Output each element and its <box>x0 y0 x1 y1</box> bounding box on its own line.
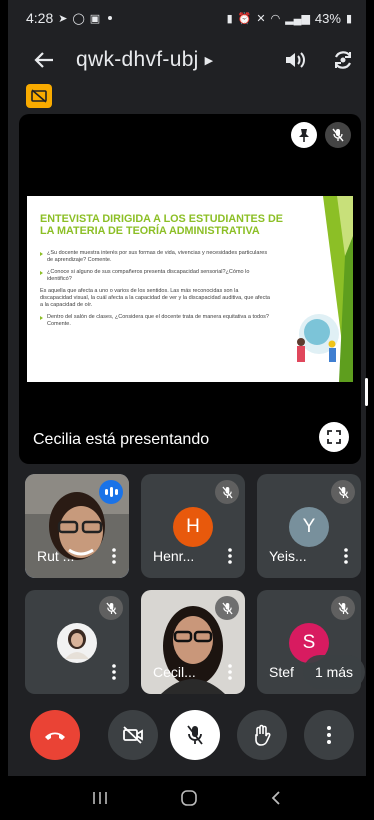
back-nav-icon[interactable] <box>270 790 282 806</box>
mic-off-icon <box>221 486 233 498</box>
mic-off-icon <box>332 128 344 142</box>
participant-tile[interactable]: H Henr... <box>141 474 245 578</box>
speaker-icon <box>286 52 305 68</box>
mic-off-icon <box>337 602 349 614</box>
meet-screen: 4:28 ➤ ◯ ▣ ▮ ⏰ ✕ ◠ ▂▄▆ 43% ▮ qwk-dhvf-ub… <box>8 0 368 820</box>
shared-slide: ENTEVISTA DIRIGIDA A LOS ESTUDIANTES DE … <box>27 196 353 382</box>
call-controls <box>8 710 366 766</box>
participant-tile[interactable] <box>25 590 129 694</box>
mic-off-icon <box>105 602 117 614</box>
participant-name: Stef <box>269 664 294 680</box>
meeting-top-bar: qwk-dhvf-ubj ▶ <box>8 40 366 80</box>
captions-off-badge[interactable] <box>26 84 52 108</box>
more-vert-icon <box>344 548 348 564</box>
switch-camera-icon <box>335 51 351 69</box>
back-button[interactable] <box>22 40 66 80</box>
participant-more-button[interactable] <box>225 662 235 682</box>
slide-point: ¿Su docente muestra interés por sus form… <box>40 250 272 263</box>
home-icon[interactable] <box>180 789 198 807</box>
more-vert-icon <box>327 726 331 744</box>
speaking-indicator <box>99 480 123 504</box>
status-time: 4:28 <box>26 10 54 26</box>
participant-avatar: Y <box>289 507 329 547</box>
meeting-code-button[interactable]: qwk-dhvf-ubj ▶ <box>76 48 213 72</box>
more-participants-button[interactable]: 1 más <box>303 655 365 689</box>
audio-output-button[interactable] <box>282 47 308 73</box>
status-bar: 4:28 ➤ ◯ ▣ ▮ ⏰ ✕ ◠ ▂▄▆ 43% ▮ <box>8 0 366 36</box>
participant-more-button[interactable] <box>109 662 119 682</box>
presenter-mic-off-button <box>325 122 351 148</box>
slide-point: ¿Conoce si alguno de sus compañeros pres… <box>40 269 272 282</box>
participant-tile[interactable]: Y Yeis... <box>257 474 361 578</box>
slide-point: Es aquella que afecta a uno o varios de … <box>40 288 270 308</box>
slide-point: Dentro del salón de clases, ¿Considera q… <box>40 314 272 327</box>
pin-icon <box>299 129 309 142</box>
lock-icon: ▮ <box>226 12 233 25</box>
participant-avatar: H <box>173 507 213 547</box>
chevron-right-icon: ▶ <box>204 54 214 67</box>
presentation-tile[interactable]: ENTEVISTA DIRIGIDA A LOS ESTUDIANTES DE … <box>19 114 361 464</box>
battery-icon: ▮ <box>345 12 352 25</box>
participant-name: Yeis... <box>269 548 307 564</box>
participant-mic-off <box>331 596 355 620</box>
mute-status-icon: ✕ <box>256 12 266 25</box>
participant-name: Rut ... <box>37 548 75 564</box>
participant-mic-off <box>331 480 355 504</box>
mic-off-icon <box>187 725 203 745</box>
android-nav-bar <box>8 776 366 820</box>
wifi-icon: ◠ <box>270 12 281 25</box>
participant-tile[interactable]: Cecil... <box>141 590 245 694</box>
switch-camera-button[interactable] <box>330 47 356 73</box>
participant-mic-off <box>215 596 239 620</box>
end-call-button[interactable] <box>30 710 80 760</box>
slide-body: ¿Su docente muestra interés por sus form… <box>40 250 272 333</box>
notification-dot <box>108 16 113 20</box>
presenting-label: Cecilia está presentando <box>33 431 210 448</box>
hang-up-icon <box>45 732 65 740</box>
raise-hand-button[interactable] <box>237 710 287 760</box>
slide-decoration-graphic <box>297 196 353 382</box>
signal-icon: ▂▄▆ <box>285 12 310 25</box>
participant-more-button[interactable] <box>341 546 351 566</box>
whatsapp-icon: ◯ <box>72 12 85 25</box>
participant-name: Cecil... <box>153 664 196 680</box>
location-icon: ➤ <box>58 12 68 25</box>
hand-icon <box>255 724 271 746</box>
participant-tile[interactable]: Rut ... <box>25 474 129 578</box>
participant-name: Henr... <box>153 548 195 564</box>
camera-off-icon <box>123 726 143 744</box>
more-vert-icon <box>228 664 232 680</box>
fullscreen-button[interactable] <box>319 422 349 452</box>
captions-off-icon <box>31 89 47 103</box>
more-vert-icon <box>112 548 116 564</box>
back-arrow-icon <box>34 52 53 68</box>
more-vert-icon <box>228 548 232 564</box>
alarm-icon: ⏰ <box>237 12 252 25</box>
mic-off-icon <box>337 486 349 498</box>
pin-button[interactable] <box>291 122 317 148</box>
gallery-icon: ▣ <box>89 12 101 25</box>
participant-mic-off <box>215 480 239 504</box>
battery-level: 43% <box>314 10 341 26</box>
meeting-code: qwk-dhvf-ubj <box>76 48 199 71</box>
more-vert-icon <box>112 664 116 680</box>
slide-title: ENTEVISTA DIRIGIDA A LOS ESTUDIANTES DE … <box>40 213 283 237</box>
mic-toggle-button[interactable] <box>170 710 220 760</box>
participant-more-button[interactable] <box>225 546 235 566</box>
participant-more-button[interactable] <box>109 546 119 566</box>
recent-apps-icon[interactable] <box>92 791 108 805</box>
participant-mic-off <box>99 596 123 620</box>
mic-off-icon <box>221 602 233 614</box>
camera-toggle-button[interactable] <box>108 710 158 760</box>
participant-photo-avatar <box>57 623 97 663</box>
fullscreen-icon <box>327 430 341 444</box>
more-options-button[interactable] <box>304 710 354 760</box>
scrollbar-thumb[interactable] <box>365 378 368 406</box>
